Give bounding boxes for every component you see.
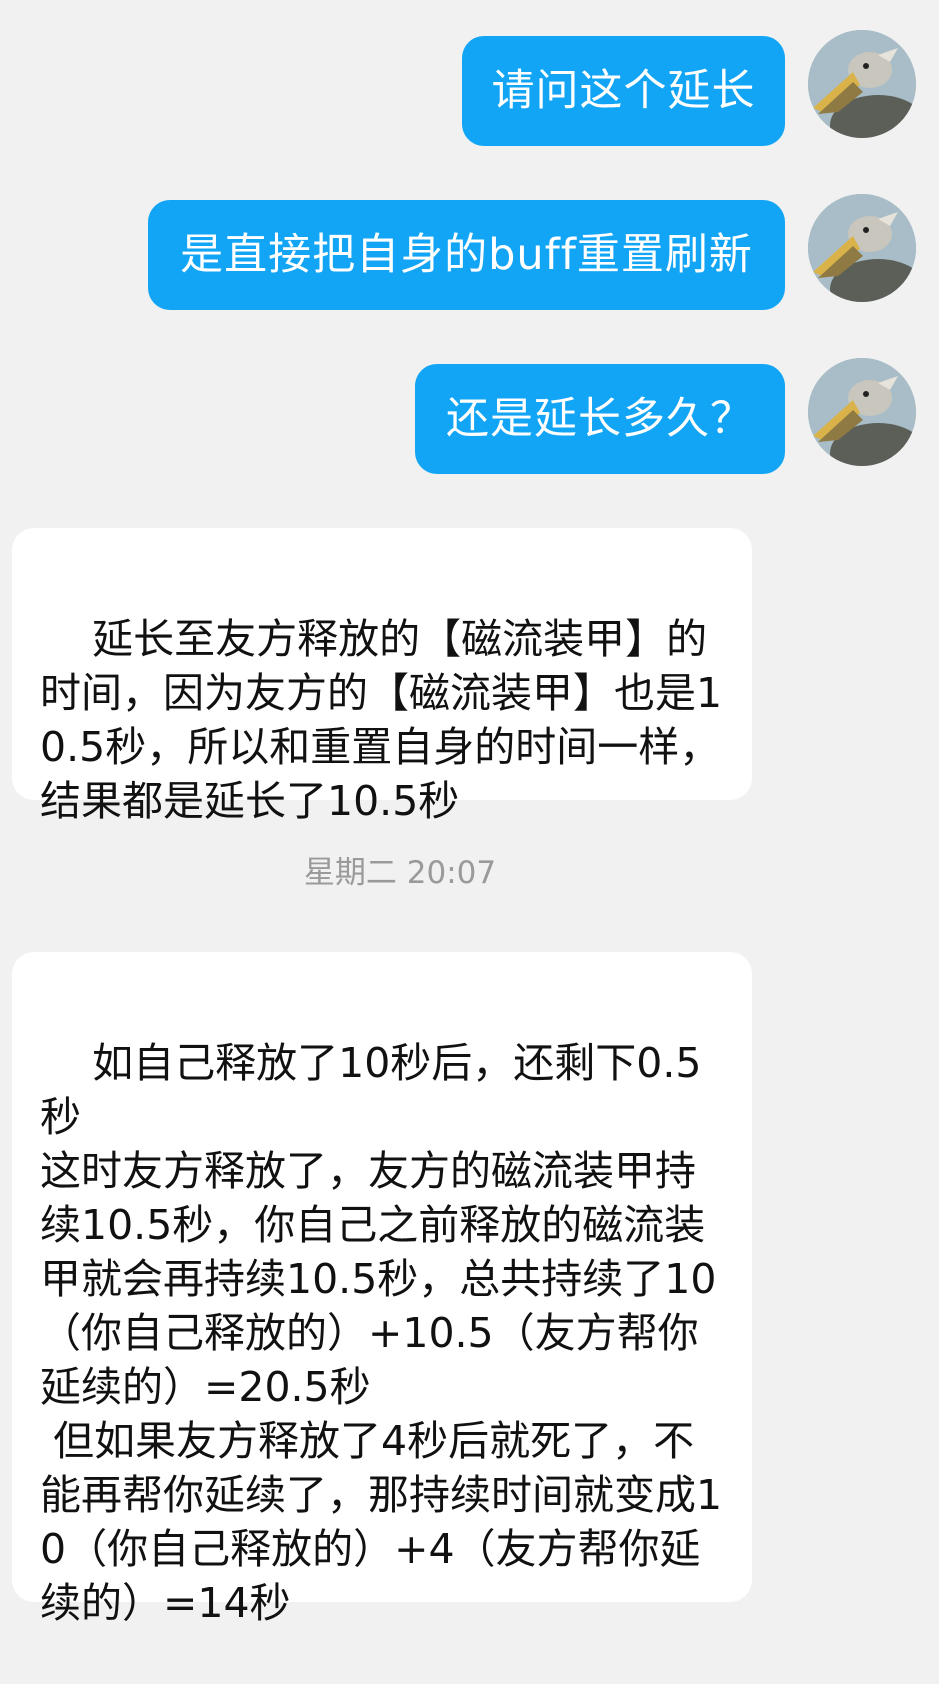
pelican-avatar-icon bbox=[808, 194, 916, 302]
outgoing-message-bubble[interactable]: 是直接把自身的buff重置刷新 bbox=[148, 200, 785, 310]
pelican-avatar-icon bbox=[808, 30, 916, 138]
message-text: 是直接把自身的buff重置刷新 bbox=[180, 230, 753, 280]
outgoing-message-bubble[interactable]: 请问这个延长 bbox=[462, 36, 785, 146]
message-text: 如自己释放了10秒后，还剩下0.5秒 这时友方释放了，友方的磁流装甲持续10.5… bbox=[40, 1039, 723, 1627]
user-avatar[interactable] bbox=[808, 358, 916, 466]
outgoing-message-bubble[interactable]: 还是延长多久？ bbox=[415, 364, 785, 474]
incoming-message-bubble[interactable]: 延长至友方释放的【磁流装甲】的时间，因为友方的【磁流装甲】也是10.5秒，所以和… bbox=[12, 528, 752, 825]
message-text: 还是延长多久？ bbox=[446, 394, 754, 444]
message-text: 请问这个延长 bbox=[491, 66, 756, 116]
user-avatar[interactable] bbox=[808, 194, 916, 302]
user-avatar[interactable] bbox=[808, 30, 916, 138]
chat-conversation[interactable]: 请问这个延长 是直接把自身的buff重置刷新 还是延长多久？ 延长至友方释放的【… bbox=[0, 0, 939, 1631]
message-timestamp: 星期二 20:07 bbox=[303, 855, 497, 891]
message-text: 延长至友方释放的【磁流装甲】的时间，因为友方的【磁流装甲】也是10.5秒，所以和… bbox=[40, 615, 723, 825]
pelican-avatar-icon bbox=[808, 358, 916, 466]
incoming-message-bubble[interactable]: 如自己释放了10秒后，还剩下0.5秒 这时友方释放了，友方的磁流装甲持续10.5… bbox=[12, 952, 752, 1627]
